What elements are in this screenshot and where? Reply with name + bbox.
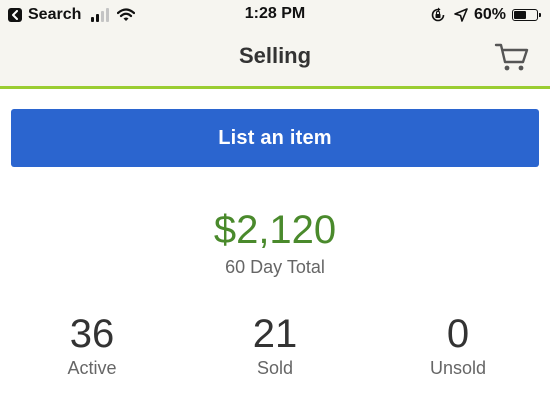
- stat-active-value: 36: [69, 312, 115, 356]
- battery-icon: [512, 9, 541, 21]
- location-arrow-icon: [454, 8, 468, 22]
- sixty-day-total-amount: $2,120: [213, 208, 337, 252]
- stat-active[interactable]: 36 Active: [12, 312, 172, 379]
- stat-sold-label: Sold: [256, 358, 294, 378]
- stat-unsold-value: 0: [446, 312, 470, 356]
- sixty-day-total-label: 60 Day Total: [225, 257, 325, 277]
- stat-active-label: Active: [67, 358, 117, 378]
- page-title: Selling: [238, 43, 312, 68]
- orientation-lock-icon: [431, 7, 445, 22]
- shopping-cart-icon[interactable]: [494, 41, 530, 73]
- battery-level: [514, 11, 526, 19]
- stat-sold-value: 21: [252, 312, 298, 356]
- stat-sold[interactable]: 21 Sold: [195, 312, 355, 379]
- nav-bar: Selling: [0, 30, 550, 89]
- battery-percent: 60%: [473, 6, 506, 23]
- list-an-item-button[interactable]: List an item: [11, 109, 539, 167]
- status-bar: Search 1:28 PM 60%: [0, 0, 550, 30]
- status-bar-right: 60%: [430, 5, 541, 25]
- stat-unsold[interactable]: 0 Unsold: [378, 312, 538, 379]
- stat-unsold-label: Unsold: [429, 358, 487, 378]
